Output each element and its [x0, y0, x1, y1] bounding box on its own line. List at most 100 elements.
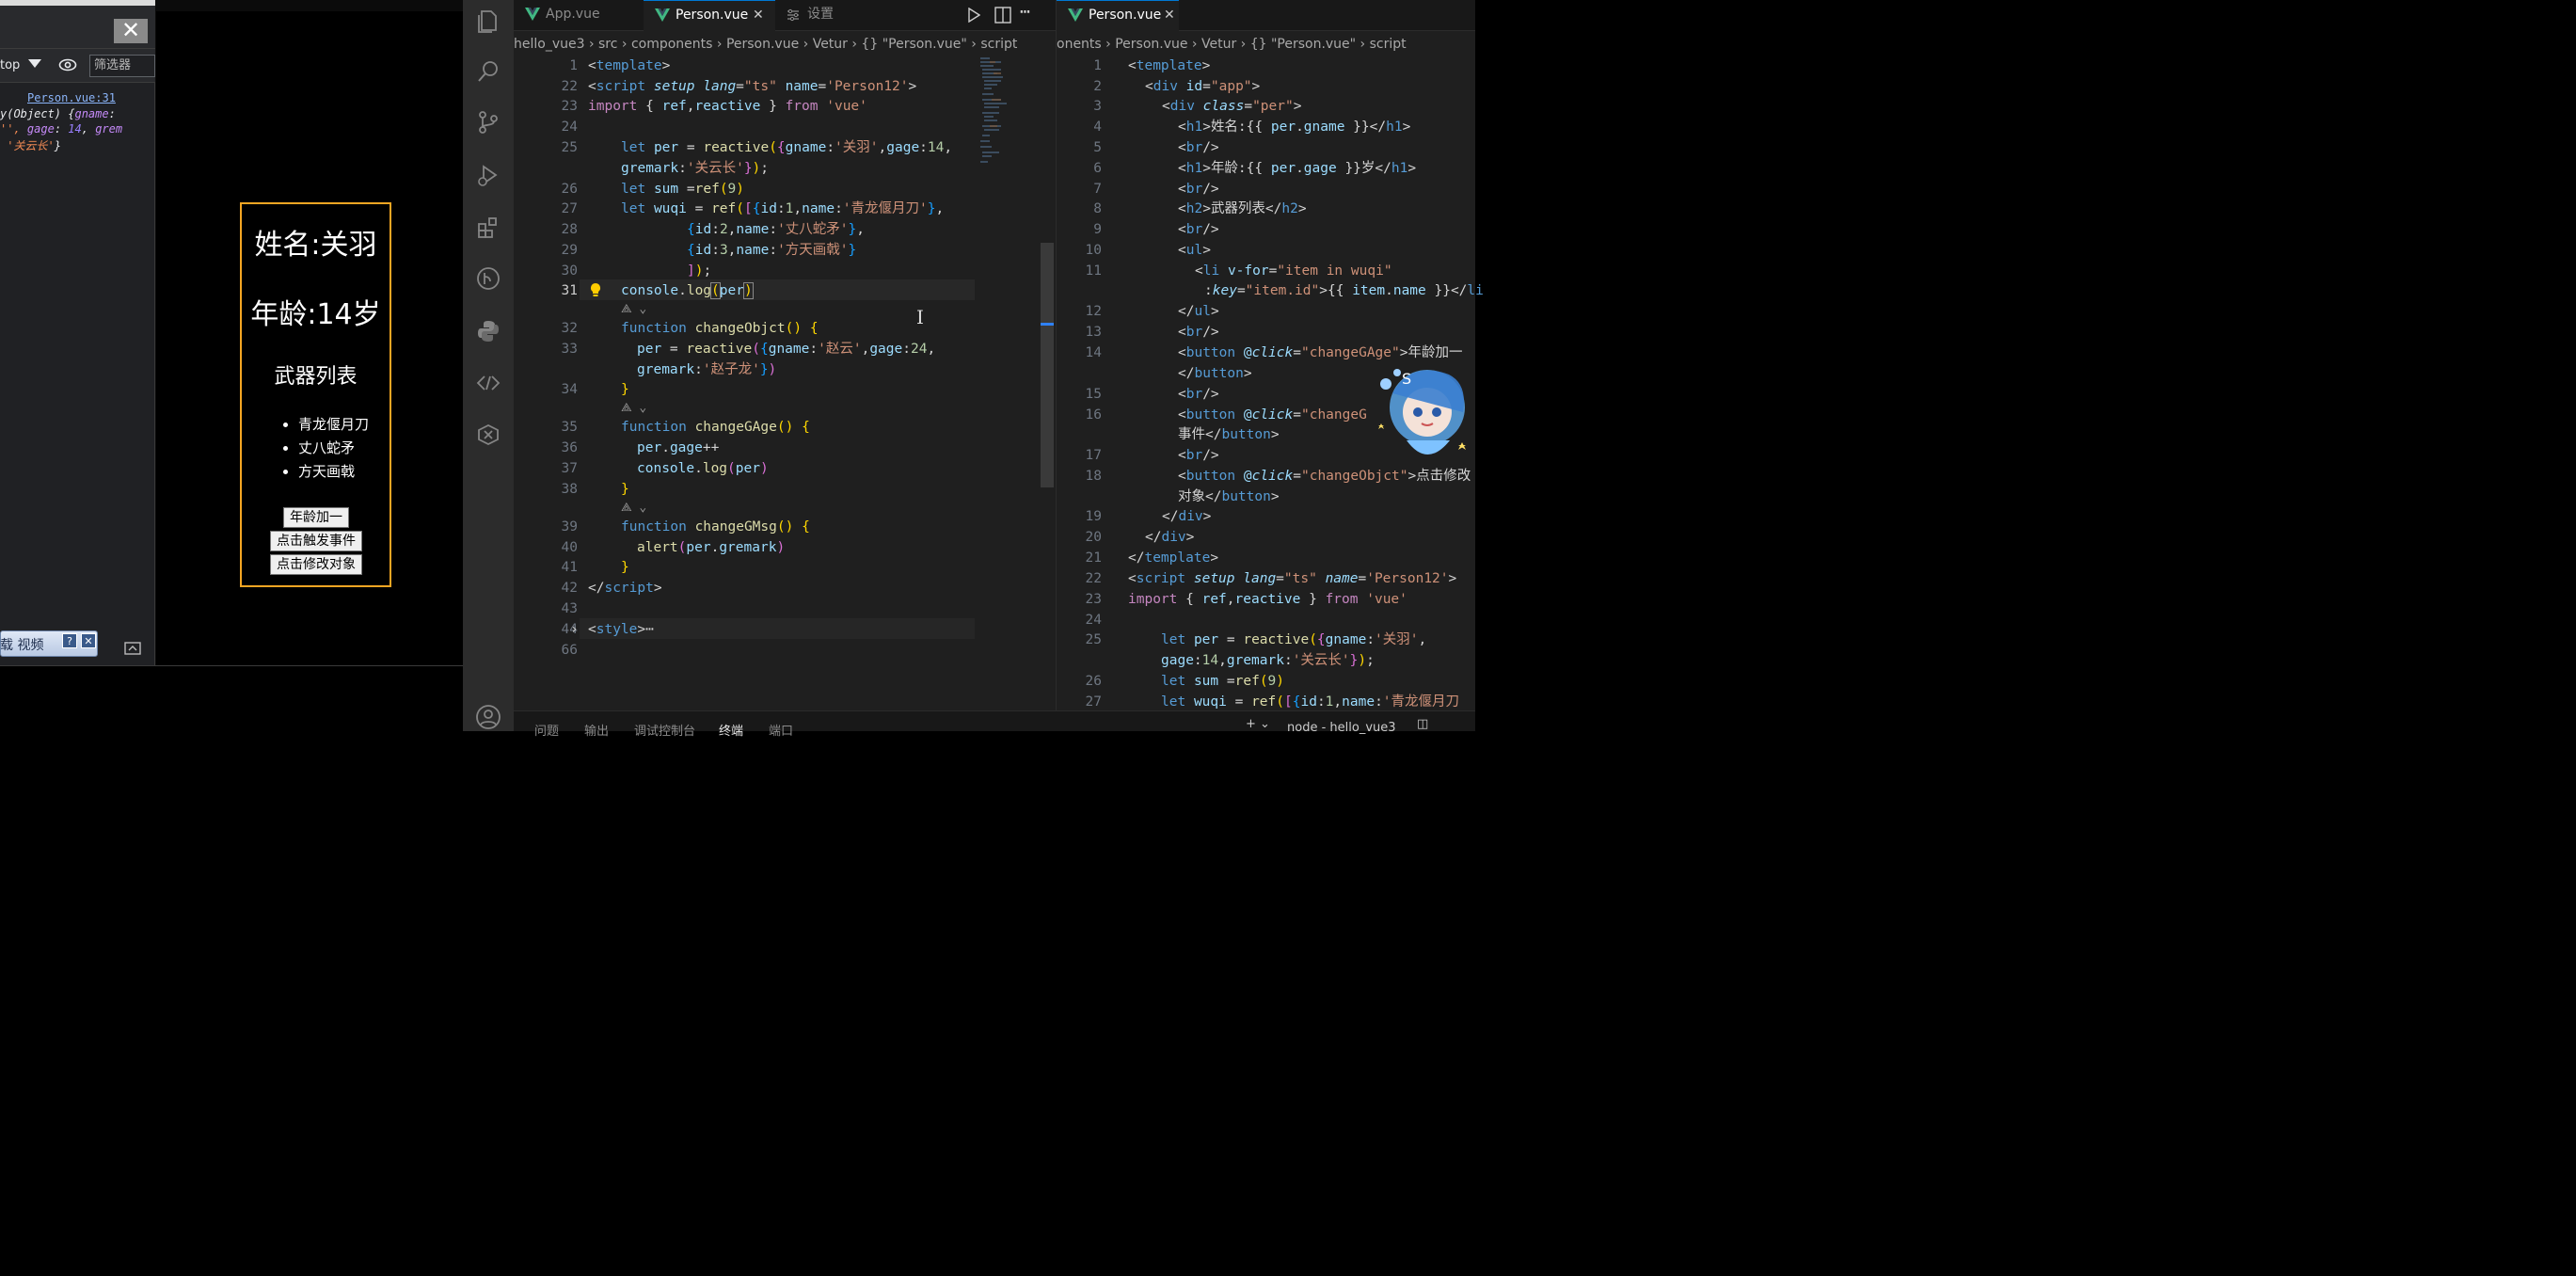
git-graph-icon[interactable]	[475, 265, 501, 292]
code-line[interactable]: {id:2,name:'丈八蛇矛'},	[687, 219, 865, 240]
fold-chevron-icon[interactable]: ›	[570, 619, 579, 640]
code-line[interactable]: <br/>	[1178, 219, 1219, 240]
minimap[interactable]	[980, 56, 1007, 169]
code-line[interactable]: <ul>	[1178, 240, 1211, 261]
codelens-icon[interactable]: ⟁ ⌄	[621, 501, 646, 518]
code-line[interactable]: <li v-for="item in wuqi"	[1195, 261, 1392, 281]
code-line[interactable]: <h1>年龄:{{ per.gage }}岁</h1>	[1178, 158, 1416, 179]
code-line[interactable]: </button>	[1178, 363, 1252, 384]
code-line[interactable]: <h2>武器列表</h2>	[1178, 199, 1307, 219]
code-line[interactable]: let sum =ref(9)	[621, 179, 744, 199]
tab-person-vue[interactable]: Person.vue ✕	[644, 0, 775, 31]
code-line[interactable]: }	[621, 479, 629, 500]
devtools-close-button[interactable]: ✕	[114, 19, 148, 43]
code-line[interactable]: <br/>	[1178, 322, 1219, 343]
code-line[interactable]: <script setup lang="ts" name='Person12'>	[1128, 568, 1456, 589]
tab-settings[interactable]: 设置	[775, 0, 898, 31]
run-icon[interactable]	[967, 8, 980, 23]
code-line[interactable]: </ul>	[1178, 301, 1219, 322]
search-icon[interactable]	[475, 58, 501, 85]
code-line[interactable]: <style>⋯	[588, 619, 654, 640]
panel-tab-ports[interactable]: 端口	[769, 721, 793, 739]
panel-tab-output[interactable]: 输出	[584, 721, 609, 739]
code-line[interactable]: <button @click="changeObjct">点击修改	[1178, 466, 1471, 486]
split-terminal-icon[interactable]: ◫	[1417, 717, 1428, 731]
code-line[interactable]: }	[621, 557, 629, 578]
code-line[interactable]: per.gage++	[637, 438, 719, 458]
code-line[interactable]: console.log(per)	[637, 458, 769, 479]
code-line[interactable]: }	[621, 379, 629, 400]
code-line[interactable]: per = reactive({gname:'赵云',gage:24,	[637, 339, 935, 359]
panel-tab-problems[interactable]: 问题	[534, 721, 559, 739]
code-line[interactable]: function changeGAge() {	[621, 417, 810, 438]
change-object-button[interactable]: 点击修改对象	[270, 554, 362, 575]
close-icon[interactable]: ✕	[1164, 1, 1175, 29]
code-line[interactable]: import { ref,reactive } from 'vue'	[588, 96, 867, 117]
run-debug-icon[interactable]	[475, 162, 501, 188]
code-line[interactable]: 对象</button>	[1178, 486, 1280, 507]
log-source-link[interactable]: Person.vue:31	[27, 91, 116, 104]
codelens-icon[interactable]: ⟁ ⌄	[621, 302, 646, 319]
trigger-event-button[interactable]: 点击触发事件	[270, 531, 362, 551]
extensions-icon[interactable]	[475, 215, 501, 241]
code-line[interactable]: :key="item.id">{{ item.name }}</li	[1204, 280, 1484, 301]
code-line[interactable]: </div>	[1162, 506, 1211, 527]
code-line[interactable]: <script setup lang="ts" name='Person12'>	[588, 76, 916, 97]
code-line[interactable]: <template>	[588, 56, 670, 76]
tab-person-vue[interactable]: Person.vue ✕	[1057, 0, 1179, 31]
code-line[interactable]: <br/>	[1178, 445, 1219, 466]
code-line[interactable]: console.log(per)	[621, 280, 754, 301]
gitlens-icon[interactable]	[475, 422, 501, 448]
code-line[interactable]: <h1>姓名:{{ per.gname }}</h1>	[1178, 117, 1410, 137]
code-line[interactable]: gremark:'赵子龙'})	[637, 359, 776, 380]
code-line[interactable]: let sum =ref(9)	[1161, 671, 1284, 692]
split-editor-icon[interactable]	[994, 7, 1011, 24]
code-line[interactable]: gage:14,gremark:'关云长'});	[1161, 650, 1375, 671]
python-icon[interactable]	[475, 318, 501, 344]
code-line[interactable]: gremark:'关云长'});	[621, 158, 769, 179]
scrollbar-thumb[interactable]	[1041, 243, 1054, 487]
remote-icon[interactable]	[475, 370, 501, 396]
terminal-name[interactable]: node - hello_vue3	[1287, 721, 1396, 735]
account-icon[interactable]	[475, 704, 501, 730]
code-line[interactable]: {id:3,name:'方天画戟'}	[687, 240, 856, 261]
chevron-down-icon[interactable]	[28, 59, 41, 68]
code-line[interactable]: </template>	[1128, 548, 1218, 568]
code-line[interactable]: <template>	[1128, 56, 1210, 76]
breadcrumb[interactable]: onents › Person.vue › Vetur › {} "Person…	[1057, 33, 1475, 56]
code-line[interactable]: <br/>	[1178, 137, 1219, 158]
eye-icon[interactable]	[58, 58, 77, 72]
dock-icon[interactable]	[124, 642, 141, 655]
code-line[interactable]: </div>	[1145, 527, 1194, 548]
panel-tab-debug-console[interactable]: 调试控制台	[634, 721, 695, 739]
explorer-icon[interactable]	[475, 8, 501, 34]
lightbulb-icon[interactable]	[590, 282, 601, 297]
age-plus-button[interactable]: 年龄加一	[283, 507, 349, 528]
code-line[interactable]: <div class="per">	[1162, 96, 1301, 117]
code-line[interactable]: </script>	[588, 578, 662, 598]
help-icon[interactable]: ?	[62, 633, 77, 648]
tab-app-vue[interactable]: App.vue	[514, 0, 644, 31]
code-line[interactable]: <br/>	[1178, 384, 1219, 405]
code-line[interactable]: alert(per.gremark)	[637, 537, 785, 558]
code-line[interactable]: let wuqi = ref([{id:1,name:'青龙偃月刀'},	[621, 199, 944, 219]
close-icon[interactable]: ✕	[81, 633, 96, 648]
panel-tab-terminal[interactable]: 终端	[719, 721, 743, 739]
breadcrumb[interactable]: hello_vue3 › src › components › Person.v…	[514, 33, 1056, 56]
code-line[interactable]: <div id="app">	[1145, 76, 1260, 97]
close-icon[interactable]: ✕	[753, 1, 764, 29]
code-line[interactable]: ]);	[687, 261, 711, 281]
code-line[interactable]: 事件</button>	[1178, 424, 1280, 445]
source-control-icon[interactable]	[475, 109, 501, 136]
code-line[interactable]: function changeObjct() {	[621, 318, 819, 339]
code-line[interactable]: function changeGMsg() {	[621, 517, 810, 537]
context-selector[interactable]: top	[0, 58, 20, 72]
code-line[interactable]: let wuqi = ref([{id:1,name:'青龙偃月刀	[1161, 692, 1459, 712]
code-line[interactable]: let per = reactive({gname:'关羽',	[1161, 630, 1426, 650]
more-actions-icon[interactable]: ⋯	[1020, 2, 1030, 22]
codelens-icon[interactable]: ⟁ ⌄	[621, 401, 646, 418]
code-line[interactable]: <button @click="changeG	[1178, 405, 1367, 425]
console-filter-input[interactable]: 筛选器	[89, 55, 155, 77]
add-terminal-icon[interactable]: + ⌄	[1246, 717, 1270, 731]
code-line[interactable]: <br/>	[1178, 179, 1219, 199]
